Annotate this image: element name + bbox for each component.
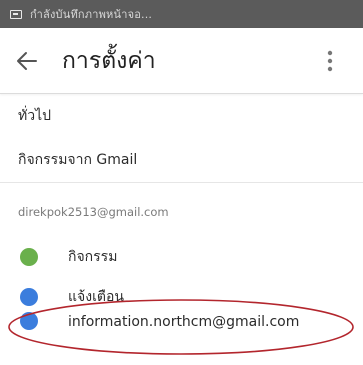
page-title: การตั้งค่า [62,48,156,74]
account-item-activity[interactable]: กิจกรรม [0,238,363,276]
blue-dot-icon [20,312,38,330]
settings-screen: กำลังบันทึกภาพหน้าจอ... การตั้งค่า ทั่วไ… [0,0,363,365]
screenshot-notification-icon [10,9,22,19]
app-bar: การตั้งค่า [0,28,363,94]
back-arrow-icon[interactable] [16,50,38,72]
account-section-header: direkpok2513@gmail.com [18,205,169,219]
account-item-label: กิจกรรม [68,249,118,265]
account-item-information-email[interactable]: information.northcm@gmail.com [0,302,363,342]
more-options-icon[interactable] [327,50,333,72]
status-bar: กำลังบันทึกภาพหน้าจอ... [0,0,363,28]
account-item-label: information.northcm@gmail.com [68,314,300,330]
status-bar-text: กำลังบันทึกภาพหน้าจอ... [30,8,153,21]
green-dot-icon [20,248,38,266]
settings-item-gmail-activity[interactable]: กิจกรรมจาก Gmail [0,137,363,183]
settings-item-general[interactable]: ทั่วไป [0,95,363,137]
